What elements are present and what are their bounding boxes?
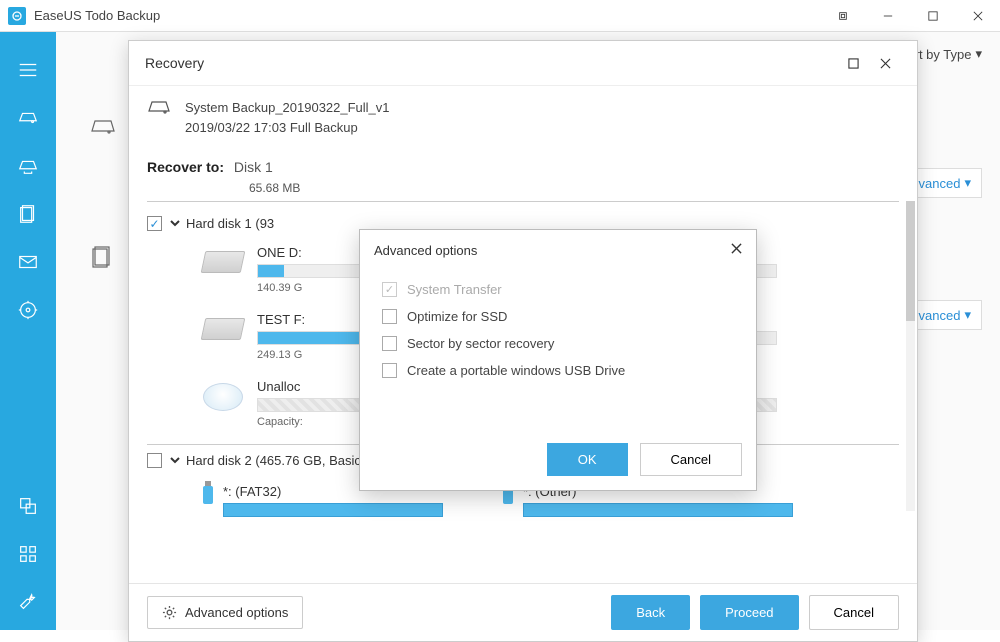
opt-optimize-ssd[interactable]: Optimize for SSD xyxy=(382,303,734,330)
usb-icon xyxy=(203,486,213,504)
hdd-icon xyxy=(201,318,246,340)
disk1-checkbox[interactable] xyxy=(147,216,162,231)
scrollbar[interactable] xyxy=(906,201,915,511)
clone-icon[interactable] xyxy=(0,486,56,526)
checkbox[interactable] xyxy=(382,336,397,351)
recover-to-label: Recover to: xyxy=(147,159,224,175)
close-icon[interactable] xyxy=(955,0,1000,32)
cancel-button[interactable]: Cancel xyxy=(809,595,899,630)
checkbox[interactable] xyxy=(382,363,397,378)
app-title: EaseUS Todo Backup xyxy=(34,8,820,23)
recover-to-value: Disk 1 xyxy=(234,159,273,175)
opt-system-transfer: System Transfer xyxy=(382,276,734,303)
unallocated-icon xyxy=(203,383,243,411)
disk-backup-icon[interactable] xyxy=(0,146,56,186)
backup-card-icon xyxy=(90,244,116,275)
checkbox-checked-disabled xyxy=(382,282,397,297)
ok-button[interactable]: OK xyxy=(547,443,628,476)
backup-name: System Backup_20190322_Full_v1 xyxy=(185,98,390,118)
disk1-label: Hard disk 1 (93 xyxy=(186,216,274,231)
modal-close-icon[interactable] xyxy=(731,241,742,259)
minimize-icon[interactable] xyxy=(865,0,910,32)
disk-icon xyxy=(147,98,171,137)
smart-backup-icon[interactable] xyxy=(0,290,56,330)
sidebar xyxy=(0,32,56,630)
disk2-checkbox[interactable] xyxy=(147,453,162,468)
disk-system-icon[interactable] xyxy=(0,98,56,138)
tools-icon[interactable] xyxy=(0,534,56,574)
mail-icon[interactable] xyxy=(0,242,56,282)
file-backup-icon[interactable] xyxy=(0,194,56,234)
opt-portable-usb[interactable]: Create a portable windows USB Drive xyxy=(382,357,734,384)
recovery-title: Recovery xyxy=(145,55,837,71)
gear-icon xyxy=(162,605,177,620)
advanced-options-modal: Advanced options System Transfer Optimiz… xyxy=(359,229,757,491)
cancel-button[interactable]: Cancel xyxy=(640,443,742,476)
opt-sector-recovery[interactable]: Sector by sector recovery xyxy=(382,330,734,357)
menu-icon[interactable] xyxy=(0,50,56,90)
caret-down-icon: ▾ xyxy=(975,46,982,62)
advanced-options-button[interactable]: Advanced options xyxy=(147,596,303,629)
proceed-button[interactable]: Proceed xyxy=(700,595,798,630)
chevron-down-icon[interactable] xyxy=(170,216,180,231)
recovery-close-icon[interactable] xyxy=(869,47,901,79)
back-button[interactable]: Back xyxy=(611,595,690,630)
chevron-down-icon[interactable] xyxy=(170,453,180,468)
caret-down-icon: ▾ xyxy=(964,175,971,191)
maximize-icon[interactable] xyxy=(910,0,955,32)
restore-icon[interactable] xyxy=(820,0,865,32)
app-logo xyxy=(8,7,26,25)
scrollbar-thumb[interactable] xyxy=(906,201,915,321)
checkbox[interactable] xyxy=(382,309,397,324)
settings-icon[interactable] xyxy=(0,582,56,622)
usage-bar xyxy=(223,503,443,517)
caret-down-icon: ▾ xyxy=(964,307,971,323)
usage-bar xyxy=(523,503,793,517)
backup-time: 2019/03/22 17:03 Full Backup xyxy=(185,118,390,138)
modal-title: Advanced options xyxy=(374,243,731,258)
backup-card-icon xyxy=(90,114,116,145)
size-line: 65.68 MB xyxy=(129,181,917,195)
hdd-icon xyxy=(201,251,246,273)
recovery-maximize-icon[interactable] xyxy=(837,47,869,79)
